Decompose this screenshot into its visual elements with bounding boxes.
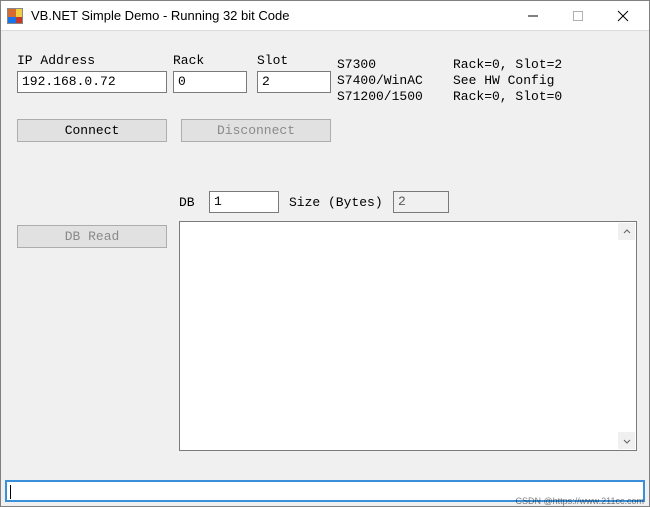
ip-input[interactable]: 192.168.0.72 [17, 71, 167, 93]
text-caret-icon [10, 485, 11, 499]
output-textarea[interactable] [179, 221, 637, 451]
size-input: 2 [393, 191, 449, 213]
watermark: CSDN @https://www.211cc.com [515, 496, 644, 506]
size-label: Size (Bytes) [289, 195, 383, 210]
maximize-button [555, 2, 600, 30]
disconnect-button: Disconnect [181, 119, 331, 142]
minimize-icon [527, 10, 539, 22]
plc-config-info: Rack=0, Slot=2 See HW Config Rack=0, Slo… [453, 57, 562, 105]
maximize-icon [572, 10, 584, 22]
rack-label: Rack [173, 53, 204, 68]
close-button[interactable] [600, 2, 645, 30]
title-bar[interactable]: VB.NET Simple Demo - Running 32 bit Code [1, 1, 649, 31]
slot-input[interactable]: 2 [257, 71, 331, 93]
minimize-button[interactable] [510, 2, 555, 30]
db-input[interactable]: 1 [209, 191, 279, 213]
ip-label: IP Address [17, 53, 95, 68]
close-icon [617, 10, 629, 22]
window-title: VB.NET Simple Demo - Running 32 bit Code [31, 8, 510, 23]
window-buttons [510, 2, 645, 30]
plc-types-info: S7300 S7400/WinAC S71200/1500 [337, 57, 423, 105]
rack-input[interactable]: 0 [173, 71, 247, 93]
slot-label: Slot [257, 53, 288, 68]
db-read-button: DB Read [17, 225, 167, 248]
db-label: DB [179, 195, 195, 210]
app-icon [7, 8, 23, 24]
app-window: VB.NET Simple Demo - Running 32 bit Code… [0, 0, 650, 507]
client-area: IP Address Rack Slot 192.168.0.72 0 2 S7… [1, 31, 649, 506]
connect-button[interactable]: Connect [17, 119, 167, 142]
